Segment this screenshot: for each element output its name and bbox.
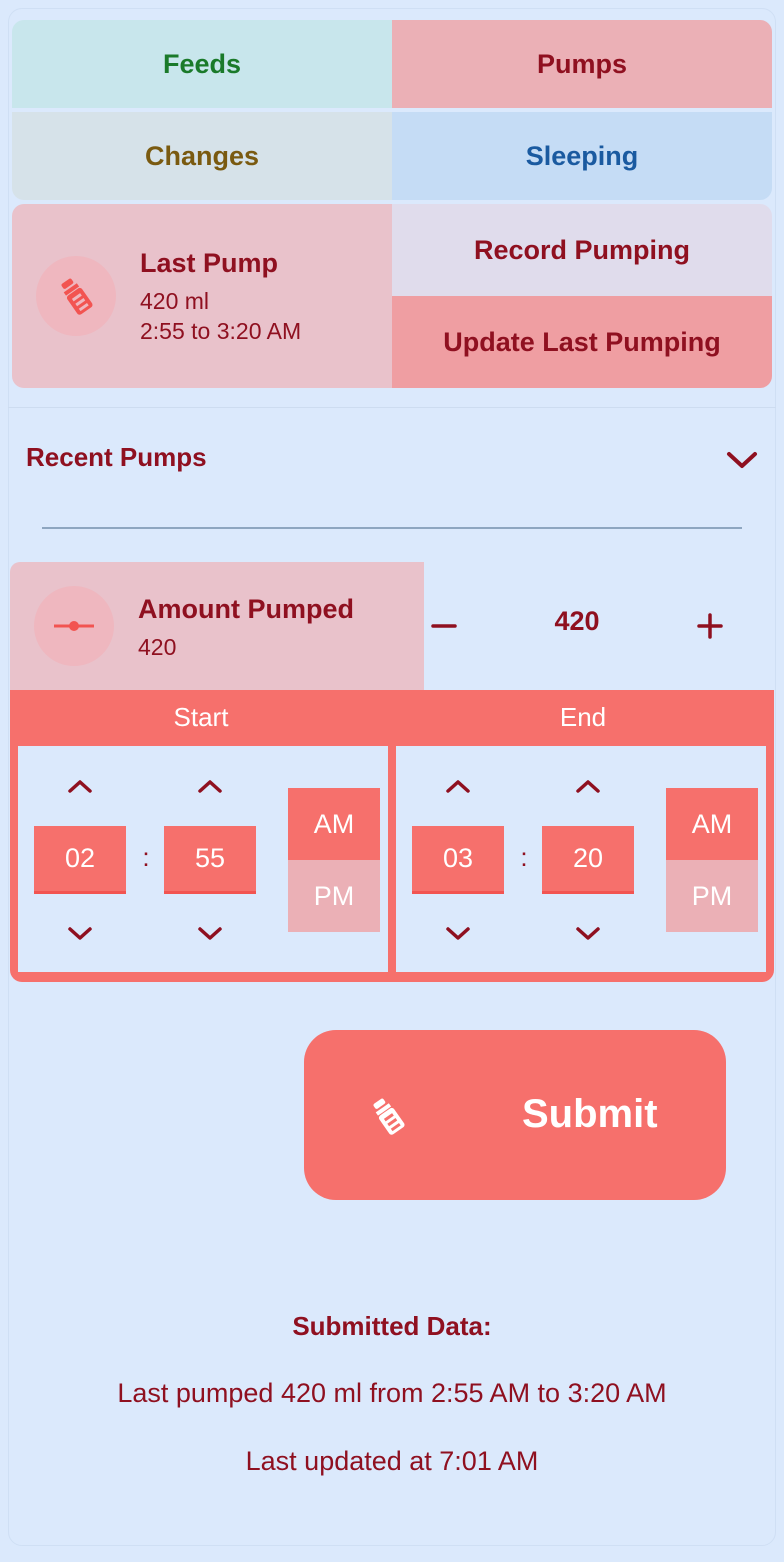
end-hour-input[interactable]: 03 bbox=[412, 826, 504, 894]
start-minute-input[interactable]: 55 bbox=[164, 826, 256, 894]
start-hour-down-icon[interactable] bbox=[55, 914, 105, 954]
section-divider bbox=[8, 407, 776, 408]
submit-button[interactable]: Submit bbox=[304, 1030, 726, 1200]
recent-pumps-label[interactable]: Recent Pumps bbox=[26, 442, 207, 473]
end-label: End bbox=[559, 701, 607, 732]
update-last-pumping-button[interactable]: Update Last Pumping bbox=[392, 296, 772, 388]
start-minute-up-icon[interactable] bbox=[185, 766, 235, 806]
last-pump-amount: 420 ml bbox=[140, 288, 210, 314]
end-minute-down-icon[interactable] bbox=[563, 914, 613, 954]
start-hour-up-icon[interactable] bbox=[55, 766, 105, 806]
tab-feeds[interactable]: Feeds bbox=[12, 20, 392, 108]
start-am-button[interactable]: AM bbox=[288, 788, 380, 860]
start-colon: : bbox=[142, 842, 150, 872]
recent-divider bbox=[42, 527, 742, 529]
last-updated-text: Last updated at 7:01 AM bbox=[245, 1446, 539, 1476]
slider-icon bbox=[34, 586, 114, 666]
end-colon: : bbox=[520, 842, 528, 872]
last-pump-card: Last Pump 420 ml 2:55 to 3:20 AM Record … bbox=[12, 204, 772, 388]
submitted-data-summary: Last pumped 420 ml from 2:55 AM to 3:20 … bbox=[117, 1378, 667, 1408]
last-pump-title: Last Pump bbox=[140, 248, 279, 278]
end-pm-button[interactable]: PM bbox=[666, 860, 758, 932]
record-pumping-button[interactable]: Record Pumping bbox=[392, 204, 772, 296]
end-hour-down-icon[interactable] bbox=[433, 914, 483, 954]
bottle-icon bbox=[366, 1094, 410, 1143]
end-am-button[interactable]: AM bbox=[666, 788, 758, 860]
amount-pumped-panel: Amount Pumped 420 bbox=[10, 562, 424, 690]
minus-icon[interactable] bbox=[418, 600, 470, 652]
start-hour-input[interactable]: 02 bbox=[34, 826, 126, 894]
end-time-picker: 03 : 20 AM PM bbox=[396, 746, 766, 972]
tab-bar: Feeds Pumps Changes Sleeping bbox=[12, 20, 772, 200]
tab-sleeping[interactable]: Sleeping bbox=[392, 112, 772, 200]
amount-pumped-title: Amount Pumped bbox=[138, 594, 354, 624]
amount-value[interactable]: 420 bbox=[517, 606, 637, 637]
plus-icon[interactable] bbox=[684, 600, 736, 652]
start-minute-down-icon[interactable] bbox=[185, 914, 235, 954]
start-time-picker: 02 : 55 AM PM bbox=[18, 746, 388, 972]
bottle-icon bbox=[36, 256, 116, 336]
start-pm-button[interactable]: PM bbox=[288, 860, 380, 932]
start-label: Start bbox=[173, 701, 229, 732]
submit-label: Submit bbox=[522, 1092, 658, 1136]
end-minute-up-icon[interactable] bbox=[563, 766, 613, 806]
submitted-data-title: Submitted Data: bbox=[292, 1311, 492, 1341]
amount-pumped-value-label: 420 bbox=[138, 634, 177, 660]
time-picker: Start End 02 : 55 AM PM 03 : 20 AM PM bbox=[10, 690, 774, 982]
last-pump-info: Last Pump 420 ml 2:55 to 3:20 AM bbox=[12, 204, 392, 388]
tab-pumps[interactable]: Pumps bbox=[392, 20, 772, 108]
end-hour-up-icon[interactable] bbox=[433, 766, 483, 806]
tab-changes[interactable]: Changes bbox=[12, 112, 392, 200]
chevron-down-icon[interactable] bbox=[718, 438, 766, 482]
last-pump-time-range: 2:55 to 3:20 AM bbox=[140, 318, 302, 344]
end-minute-input[interactable]: 20 bbox=[542, 826, 634, 894]
